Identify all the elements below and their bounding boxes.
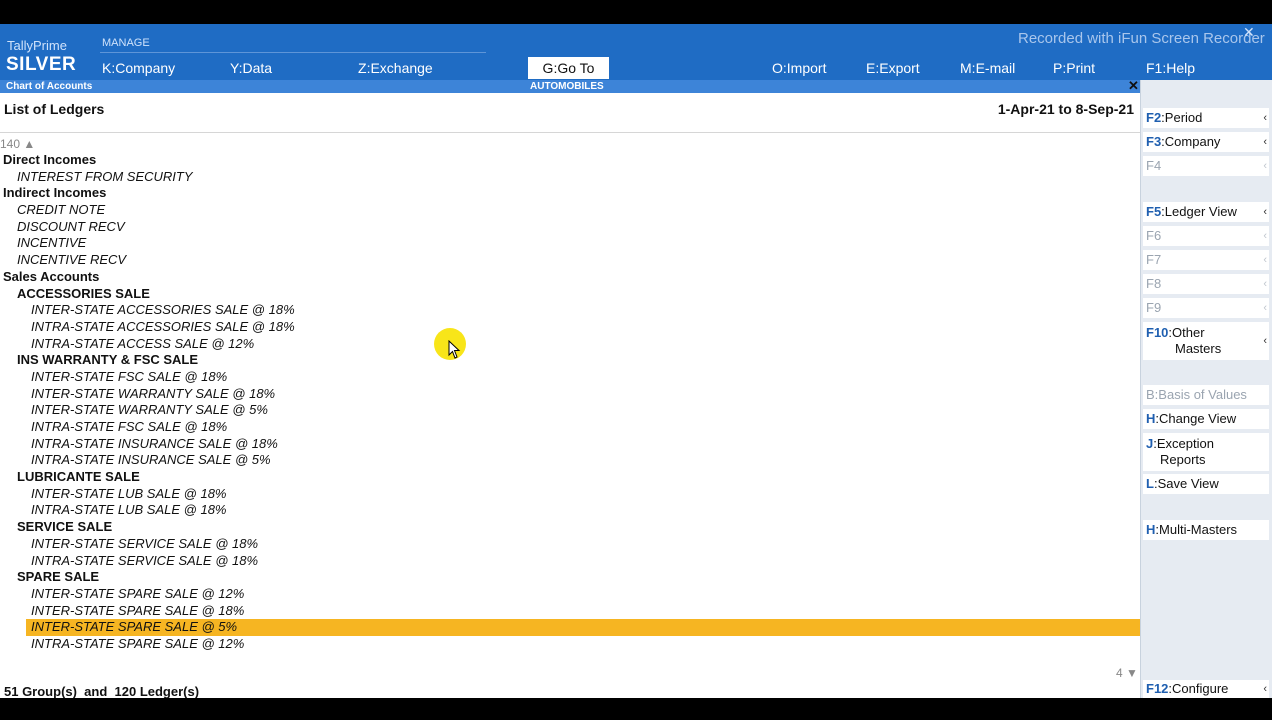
top-bar: TallyPrime SILVER MANAGE K:Company Y:Dat… — [0, 24, 1272, 80]
ledger-row[interactable]: INTEREST FROM SECURITY — [0, 169, 1140, 186]
f7-button: F7 ‹ — [1143, 250, 1269, 270]
f10-other-masters-button[interactable]: F10:Other Masters ‹ — [1143, 322, 1269, 360]
chevron-left-icon: ‹ — [1263, 206, 1267, 218]
subgroup-row[interactable]: LUBRICANTE SALE — [0, 469, 1140, 486]
ledger-row[interactable]: INTER-STATE WARRANTY SALE @ 5% — [0, 402, 1140, 419]
basis-of-values-button: B:Basis of Values — [1143, 385, 1269, 405]
ledger-row[interactable]: INTRA-STATE INSURANCE SALE @ 5% — [0, 452, 1140, 469]
ledger-row[interactable]: INTRA-STATE LUB SALE @ 18% — [0, 502, 1140, 519]
manage-label: MANAGE — [102, 37, 150, 49]
tally-window: TallyPrime SILVER MANAGE K:Company Y:Dat… — [0, 24, 1272, 698]
ledger-row[interactable]: INTER-STATE WARRANTY SALE @ 18% — [0, 386, 1140, 403]
report-header: List of Ledgers 1-Apr-21 to 8-Sep-21 — [0, 93, 1140, 133]
menu-import[interactable]: O:Import — [772, 60, 826, 76]
manage-divider — [100, 52, 486, 53]
group-row[interactable]: Direct Incomes — [0, 152, 1140, 169]
subgroup-row[interactable]: SPARE SALE — [0, 569, 1140, 586]
company-name: AUTOMOBILES — [530, 81, 604, 92]
chevron-left-icon: ‹ — [1263, 112, 1267, 124]
ledger-row[interactable]: INTRA-STATE FSC SALE @ 18% — [0, 419, 1140, 436]
scroll-count-bottom[interactable]: 4 ▼ — [1116, 666, 1138, 680]
menu-export[interactable]: E:Export — [866, 60, 920, 76]
subgroup-row[interactable]: INS WARRANTY & FSC SALE — [0, 352, 1140, 369]
menu-goto[interactable]: G:Go To — [528, 57, 609, 79]
group-row[interactable]: Sales Accounts — [0, 269, 1140, 286]
report-period: 1-Apr-21 to 8-Sep-21 — [997, 101, 1134, 117]
ledger-row[interactable]: INTRA-STATE SPARE SALE @ 12% — [0, 636, 1140, 653]
chevron-left-icon: ‹ — [1263, 254, 1267, 266]
ledger-row[interactable]: INCENTIVE — [0, 235, 1140, 252]
button-bar: F2:Period ‹ F3:Company ‹ F4 ‹ F5:Ledger Vie… — [1140, 80, 1272, 698]
ledger-row[interactable]: INTER-STATE LUB SALE @ 18% — [0, 486, 1140, 503]
menu-data[interactable]: Y:Data — [230, 60, 272, 76]
subgroup-row[interactable]: SERVICE SALE — [0, 519, 1140, 536]
ledger-row[interactable]: INTER-STATE ACCESSORIES SALE @ 18% — [0, 302, 1140, 319]
f8-button: F8 ‹ — [1143, 274, 1269, 294]
ledger-row[interactable]: INTER-STATE SPARE SALE @ 18% — [0, 603, 1140, 620]
subgroup-row[interactable]: ACCESSORIES SALE — [0, 286, 1140, 303]
chevron-left-icon: ‹ — [1263, 683, 1267, 695]
ledger-list: Direct Incomes INTEREST FROM SECURITY Indi… — [0, 152, 1140, 653]
ledger-row[interactable]: INTER-STATE SERVICE SALE @ 18% — [0, 536, 1140, 553]
ledger-row[interactable]: INCENTIVE RECV — [0, 252, 1140, 269]
ledger-row[interactable]: INTRA-STATE INSURANCE SALE @ 18% — [0, 436, 1140, 453]
ledger-row[interactable]: INTER-STATE SPARE SALE @ 12% — [0, 586, 1140, 603]
change-view-button[interactable]: H:Change View — [1143, 409, 1269, 429]
recorder-watermark: Recorded with iFun Screen Recorder — [1018, 30, 1265, 47]
multi-masters-button[interactable]: H:Multi-Masters — [1143, 520, 1269, 540]
sub-header: Chart of Accounts AUTOMOBILES ✕ — [0, 78, 1140, 94]
ledger-row[interactable]: INTER-STATE SPARE SALE @ 5% — [26, 619, 1140, 636]
f12-configure-button[interactable]: F12:Configure ‹ — [1143, 680, 1269, 698]
menu-exchange[interactable]: Z:Exchange — [358, 60, 433, 76]
page-title: List of Ledgers — [4, 101, 105, 117]
scroll-count-top[interactable]: 140 ▲ — [0, 137, 35, 151]
f6-button: F6 ‹ — [1143, 226, 1269, 246]
chevron-left-icon: ‹ — [1263, 335, 1267, 347]
ledger-row[interactable]: INTER-STATE FSC SALE @ 18% — [0, 369, 1140, 386]
ledger-row[interactable]: INTRA-STATE SERVICE SALE @ 18% — [0, 553, 1140, 570]
brand-edition: SILVER — [6, 54, 77, 75]
brand-name: TallyPrime — [7, 38, 67, 53]
menu-print[interactable]: P:Print — [1053, 60, 1095, 76]
menu-help[interactable]: F1:Help — [1146, 60, 1195, 76]
f3-company-button[interactable]: F3:Company ‹ — [1143, 132, 1269, 152]
ledger-row[interactable]: INTRA-STATE ACCESSORIES SALE @ 18% — [0, 319, 1140, 336]
save-view-button[interactable]: L:Save View — [1143, 474, 1269, 494]
close-icon[interactable]: ✕ — [1243, 24, 1255, 41]
ledger-summary: 51 Group(s) and 120 Ledger(s) — [4, 684, 200, 698]
group-row[interactable]: Indirect Incomes — [0, 185, 1140, 202]
f2-period-button[interactable]: F2:Period ‹ — [1143, 108, 1269, 128]
report-close-icon[interactable]: ✕ — [1128, 78, 1139, 94]
f4-button: F4 ‹ — [1143, 156, 1269, 176]
f9-button: F9 ‹ — [1143, 298, 1269, 318]
ledger-row[interactable]: CREDIT NOTE — [0, 202, 1140, 219]
chevron-left-icon: ‹ — [1263, 230, 1267, 242]
report-breadcrumb: Chart of Accounts — [6, 81, 93, 92]
f5-ledger-view-button[interactable]: F5:Ledger View ‹ — [1143, 202, 1269, 222]
chevron-left-icon: ‹ — [1263, 160, 1267, 172]
chevron-left-icon: ‹ — [1263, 136, 1267, 148]
report-footer: 51 Group(s) and 120 Ledger(s) — [0, 683, 1140, 698]
chevron-left-icon: ‹ — [1263, 302, 1267, 314]
chevron-left-icon: ‹ — [1263, 278, 1267, 290]
mouse-pointer-icon — [448, 340, 461, 359]
exception-reports-button[interactable]: J:Exception Reports — [1143, 433, 1269, 471]
menu-email[interactable]: M:E-mail — [960, 60, 1015, 76]
menu-company[interactable]: K:Company — [102, 60, 175, 76]
ledger-row[interactable]: DISCOUNT RECV — [0, 219, 1140, 236]
ledger-row[interactable]: INTRA-STATE ACCESS SALE @ 12% — [0, 336, 1140, 353]
